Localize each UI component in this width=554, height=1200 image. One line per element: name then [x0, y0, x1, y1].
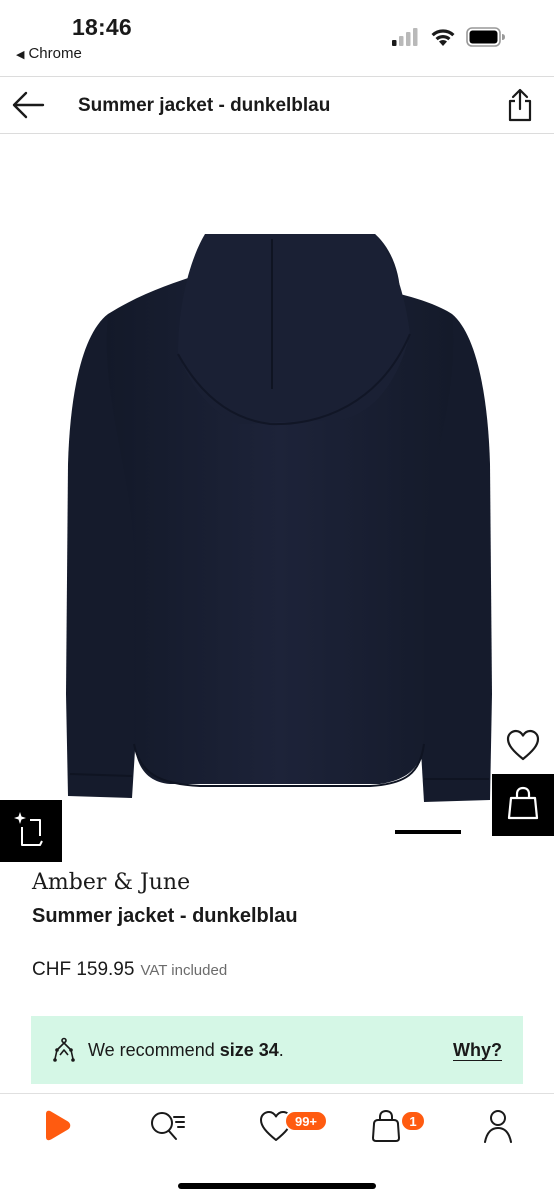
nav-home[interactable]: [40, 1108, 84, 1148]
ar-try-on-icon: [14, 812, 43, 846]
size-fit-icon: [53, 1037, 75, 1062]
status-time: 18:46: [72, 14, 132, 40]
product-image: [66, 234, 492, 802]
heart-icon: [506, 729, 540, 761]
size-recommendation-text: We recommend size 34.: [88, 1040, 284, 1061]
vat-note: VAT included: [140, 962, 228, 979]
home-indicator: [178, 1183, 376, 1189]
home-play-icon: [46, 1110, 71, 1141]
why-link[interactable]: Why?: [453, 1040, 502, 1061]
add-to-bag-button[interactable]: [492, 774, 554, 836]
wifi-icon: [431, 28, 455, 46]
back-button[interactable]: [10, 89, 46, 121]
page-header: Summer jacket - dunkelblau: [0, 76, 554, 134]
ar-try-on-button[interactable]: [0, 800, 62, 862]
cart-bag-icon: [372, 1109, 400, 1142]
product-image-carousel[interactable]: [0, 134, 554, 862]
nav-profile[interactable]: [478, 1108, 522, 1148]
price: CHF 159.95: [32, 959, 135, 980]
wishlist-count-badge: 99+: [284, 1110, 328, 1132]
back-arrow-icon: [12, 91, 45, 119]
cart-count-badge: 1: [400, 1110, 426, 1132]
share-icon: [508, 88, 532, 122]
status-icons: [392, 26, 506, 48]
search-list-icon: [151, 1112, 185, 1140]
profile-icon: [484, 1110, 512, 1143]
return-app-label: Chrome: [28, 45, 82, 62]
shopping-bag-icon: [507, 786, 539, 820]
reco-suffix: .: [278, 1040, 284, 1060]
carousel-indicator: [395, 830, 461, 834]
size-recommendation-banner: We recommend size 34. Why?: [31, 1016, 523, 1084]
cellular-signal-icon: [392, 28, 418, 46]
recommended-size: size 34: [219, 1040, 279, 1060]
return-to-chrome-link[interactable]: ◀ Chrome: [16, 45, 82, 62]
nav-search[interactable]: [148, 1108, 192, 1148]
status-bar: 18:46 ◀ Chrome: [0, 0, 554, 76]
product-name: Summer jacket - dunkelblau: [32, 905, 298, 927]
brand-name[interactable]: Amber & June: [32, 870, 190, 895]
page-title: Summer jacket - dunkelblau: [78, 95, 331, 116]
reco-prefix: We recommend: [88, 1040, 220, 1060]
back-triangle-icon: ◀: [16, 49, 25, 61]
price-row: CHF 159.95 VAT included: [32, 959, 227, 981]
add-to-wishlist-button[interactable]: [505, 728, 541, 762]
battery-icon: [466, 27, 505, 47]
share-button[interactable]: [506, 87, 534, 123]
